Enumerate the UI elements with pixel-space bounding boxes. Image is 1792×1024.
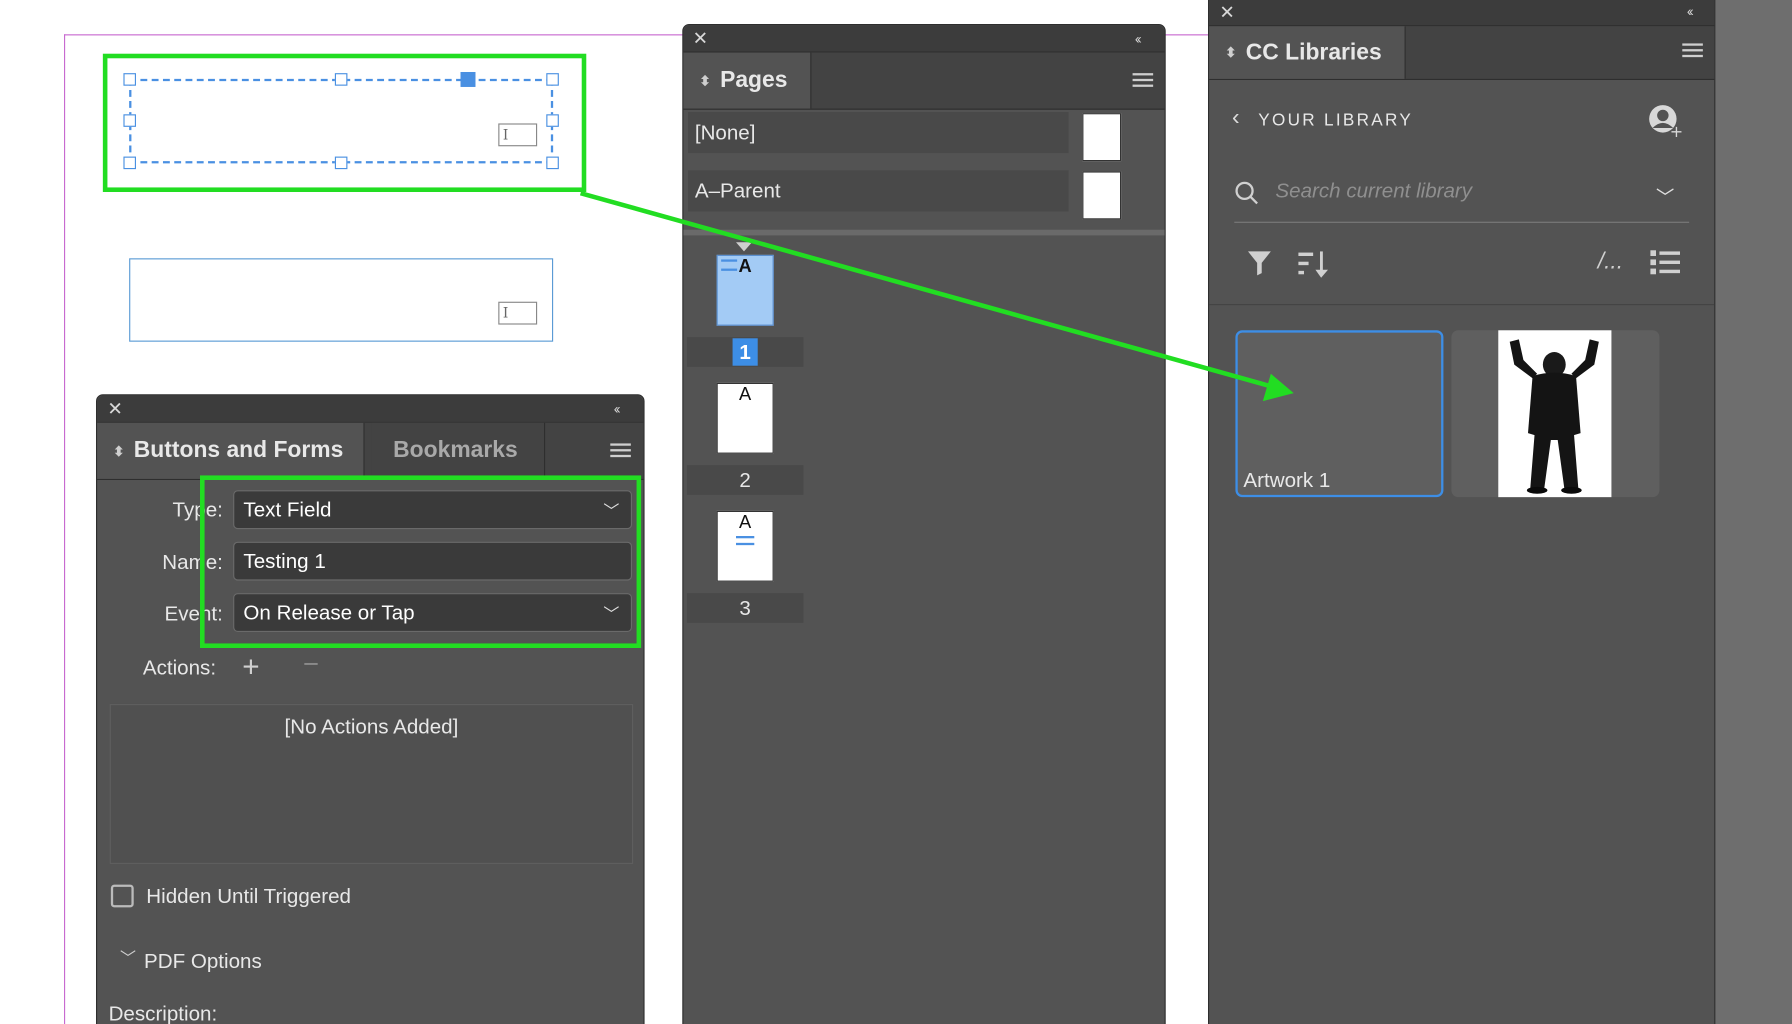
annotation-arrow <box>579 190 1294 402</box>
app-window: I I ✕ ‹‹ ⬍ Buttons and Forms Bookmarks T… <box>0 0 1792 1024</box>
